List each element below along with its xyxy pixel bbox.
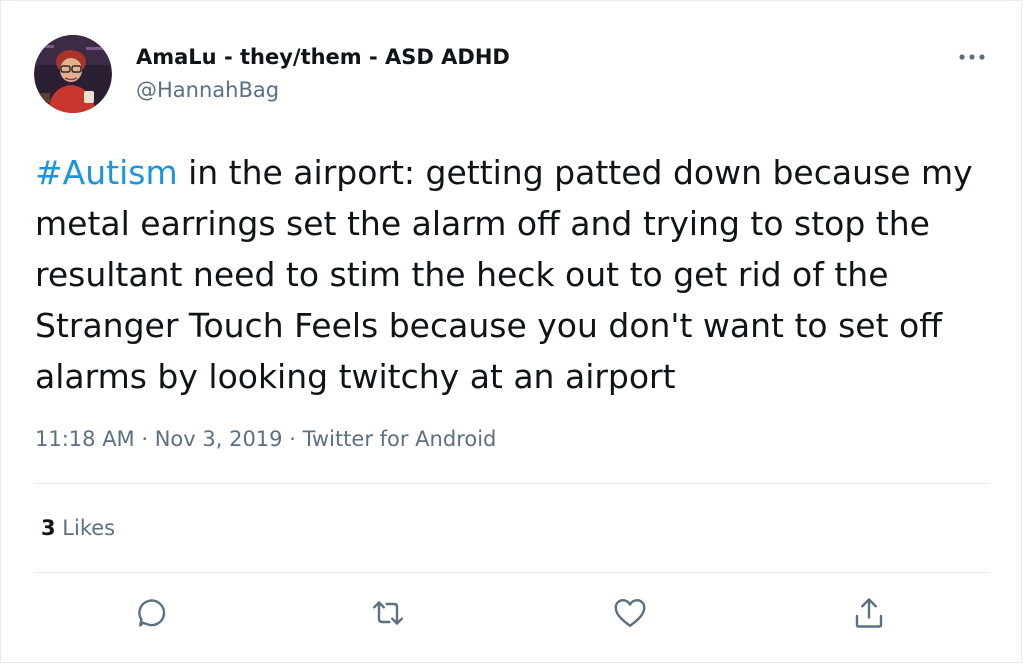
- tweet-source[interactable]: Twitter for Android: [303, 427, 497, 451]
- tweet-text: #Autism in the airport: getting patted d…: [35, 147, 995, 402]
- display-name[interactable]: AmaLu - they/them - ASD ADHD: [136, 45, 510, 69]
- more-options-button[interactable]: [956, 47, 990, 67]
- user-handle[interactable]: @HannahBag: [136, 78, 279, 102]
- reply-button[interactable]: [134, 595, 170, 631]
- retweet-icon: [373, 601, 403, 625]
- divider: [35, 483, 989, 484]
- divider: [35, 572, 989, 573]
- meta-separator: ·: [282, 427, 303, 451]
- tweet-time[interactable]: 11:18 AM: [35, 427, 135, 451]
- likes-count: 3: [41, 516, 56, 540]
- avatar[interactable]: [34, 35, 112, 113]
- more-dots-icon: [959, 54, 985, 60]
- tweet-date[interactable]: Nov 3, 2019: [155, 427, 283, 451]
- likes-label: Likes: [55, 516, 116, 540]
- like-button[interactable]: [612, 595, 648, 631]
- likes-stat[interactable]: 3 Likes: [41, 516, 115, 540]
- avatar-image: [34, 35, 112, 113]
- tweet-meta: 11:18 AM · Nov 3, 2019 · Twitter for And…: [35, 427, 496, 451]
- tweet-card: AmaLu - they/them - ASD ADHD @HannahBag …: [0, 0, 1022, 663]
- share-button[interactable]: [851, 595, 887, 631]
- reply-icon: [138, 599, 166, 627]
- meta-separator: ·: [134, 427, 155, 451]
- share-icon: [855, 598, 883, 628]
- heart-icon: [614, 599, 646, 627]
- hashtag-link[interactable]: #Autism: [35, 153, 178, 192]
- retweet-button[interactable]: [370, 595, 406, 631]
